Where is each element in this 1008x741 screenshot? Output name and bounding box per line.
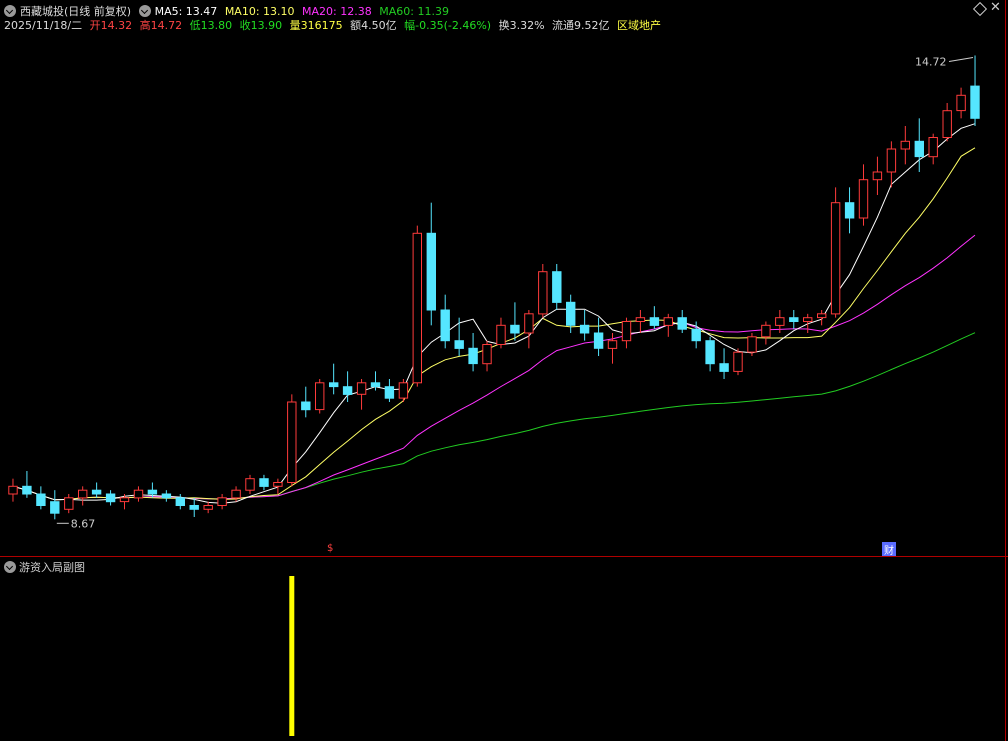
candle-body — [705, 340, 715, 365]
candle-body — [440, 309, 450, 342]
ma5-line — [12, 123, 976, 504]
candle-body — [761, 324, 771, 338]
candlestick-chart[interactable]: 14.72 8.67 — [0, 0, 1005, 556]
candle-body — [454, 340, 464, 349]
candle-body — [789, 317, 799, 323]
candle-body — [119, 497, 130, 503]
candle-body — [830, 202, 841, 315]
subchart-signal-bar — [289, 576, 295, 736]
candle-body — [342, 386, 353, 395]
candle-body — [78, 489, 88, 499]
candle-body — [468, 347, 478, 365]
candle-body — [231, 489, 241, 499]
candle-body — [287, 401, 297, 483]
candle-body — [524, 313, 534, 334]
candle-body — [315, 382, 325, 411]
candle-body — [817, 313, 827, 319]
candle-body — [105, 493, 116, 503]
candle-body — [147, 489, 158, 495]
candle-body — [482, 344, 492, 365]
high-pointer — [948, 56, 974, 62]
candle-body — [928, 137, 938, 158]
candle-body — [677, 317, 687, 330]
candle-body — [273, 482, 283, 487]
right-border — [1005, 0, 1006, 741]
candle-body — [50, 501, 60, 514]
candle-body — [635, 317, 646, 323]
candle-body — [872, 171, 883, 181]
candle-body — [566, 301, 576, 326]
candle-body — [900, 140, 910, 150]
candle-body — [621, 321, 632, 342]
candle-body — [8, 485, 18, 495]
candle-body — [956, 94, 966, 112]
candle-body — [914, 140, 924, 158]
candle-body — [412, 232, 423, 384]
candle-body — [384, 386, 395, 399]
candle-body — [91, 489, 102, 495]
candle-body — [175, 497, 186, 506]
candle-body — [259, 478, 269, 487]
ma10-line — [12, 147, 976, 501]
s-badge: $ — [327, 543, 334, 554]
candle-body — [970, 85, 980, 119]
finance-badge[interactable]: 财 — [882, 542, 896, 557]
candle-body — [301, 401, 311, 411]
candle-body — [552, 271, 562, 303]
candle-body — [858, 179, 869, 219]
candle-body — [496, 324, 506, 345]
candle-body — [370, 382, 381, 388]
candle-body — [579, 324, 590, 334]
candle-body — [329, 382, 339, 388]
candle-body — [189, 505, 199, 510]
candle-body — [607, 340, 618, 349]
candle-body — [217, 497, 227, 506]
candle-body — [886, 148, 897, 173]
candle-body — [133, 489, 144, 499]
high-price-label: 14.72 — [915, 55, 947, 68]
candle-body — [803, 317, 813, 323]
candle-body — [398, 382, 409, 399]
candle-body — [719, 363, 729, 372]
candle-body — [942, 110, 952, 138]
candle-body — [161, 493, 172, 499]
candle-body — [844, 202, 855, 219]
low-price-label: 8.67 — [71, 517, 96, 530]
candle-body — [426, 232, 437, 311]
candle-body — [663, 317, 673, 326]
subchart-panel — [289, 576, 295, 736]
candle-body — [22, 485, 32, 495]
candle-body — [593, 332, 604, 349]
candle-body — [691, 328, 701, 342]
candle-body — [538, 271, 548, 315]
candle-body — [649, 317, 660, 326]
ma20-line — [12, 234, 976, 501]
candle-body — [36, 493, 46, 506]
candle-body — [245, 478, 255, 491]
ma60-line — [12, 332, 976, 501]
candle-body — [747, 336, 757, 353]
candle-body — [64, 497, 74, 510]
candle-body — [356, 382, 367, 395]
candle-body — [510, 324, 520, 334]
candle-body — [203, 505, 213, 510]
candle-body — [733, 351, 743, 372]
candle-body — [775, 317, 785, 326]
